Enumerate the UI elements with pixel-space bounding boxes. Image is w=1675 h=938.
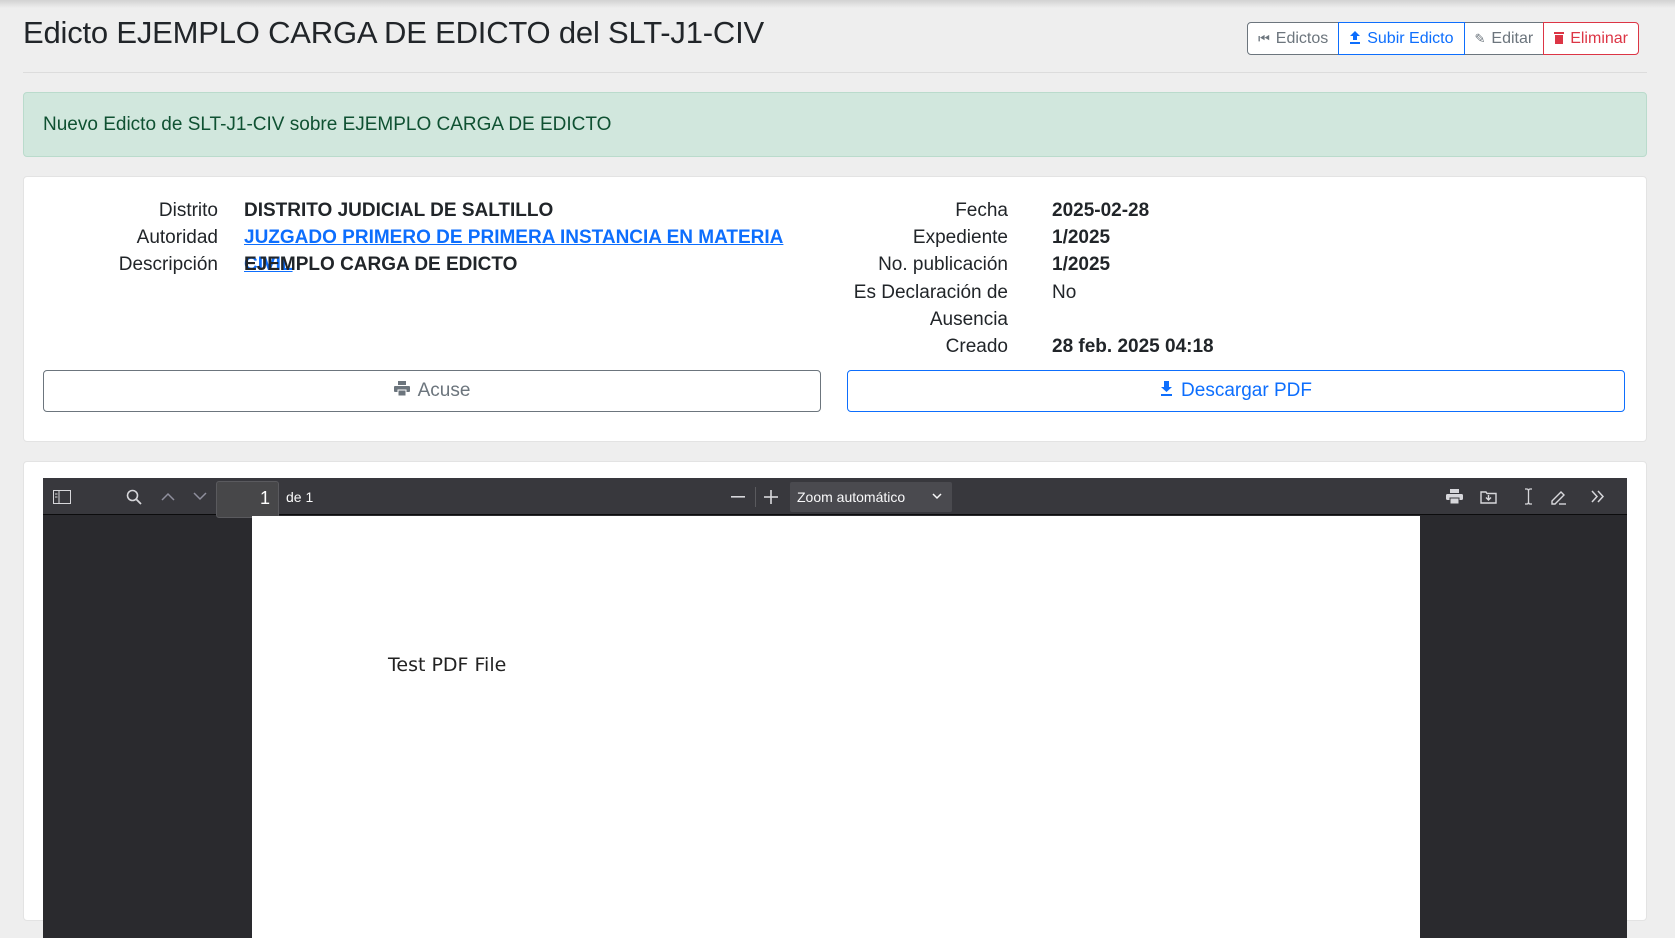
- edictos-button-label: Edictos: [1275, 29, 1329, 47]
- expediente-label: Expediente: [912, 227, 1008, 248]
- alert-message: Nuevo Edicto de SLT-J1-CIV sobre EJEMPLO…: [43, 113, 612, 135]
- declaracion-label-line2: Ausencia: [929, 309, 1008, 330]
- declaracion-value: No: [1052, 282, 1077, 303]
- chevron-down-icon: [932, 487, 942, 503]
- pdf-page: Test PDF File: [252, 516, 1420, 938]
- publicacion-label: No. publicación: [878, 254, 1008, 275]
- upload-icon: [1349, 30, 1361, 47]
- descripcion-value: EJEMPLO CARGA DE EDICTO: [244, 254, 518, 275]
- header-button-group: ⏮ Edictos Subir Edicto ✎ Editar Eliminar: [1247, 22, 1639, 55]
- pdf-viewer: 1 de 1 Zoom automático Test PDF File: [43, 478, 1627, 938]
- distrito-value: DISTRITO JUDICIAL DE SALTILLO: [244, 200, 554, 221]
- descripcion-label: Descripción: [118, 254, 218, 275]
- tools-menu-icon[interactable]: [1583, 478, 1613, 515]
- acuse-button[interactable]: Acuse: [43, 370, 821, 412]
- publicacion-value: 1/2025: [1052, 254, 1111, 275]
- printer-icon: [393, 381, 410, 401]
- pdf-page-text: Test PDF File: [388, 654, 507, 676]
- acuse-label: Acuse: [417, 380, 471, 401]
- zoom-select-value: Zoom automático: [797, 489, 906, 505]
- page-title: Edicto EJEMPLO CARGA DE EDICTO del SLT-J…: [23, 15, 764, 50]
- editar-button[interactable]: ✎ Editar: [1463, 22, 1545, 55]
- search-icon[interactable]: [119, 478, 149, 515]
- fecha-value: 2025-02-28: [1052, 200, 1150, 221]
- header-divider: [23, 72, 1647, 73]
- autoridad-label: Autoridad: [136, 227, 218, 248]
- save-download-icon[interactable]: [1473, 478, 1503, 515]
- pdf-card: 1 de 1 Zoom automático Test PDF File: [23, 461, 1647, 938]
- zoom-in-icon[interactable]: [756, 478, 786, 515]
- trash-icon: [1554, 31, 1565, 47]
- text-cursor-icon[interactable]: [1513, 478, 1543, 515]
- creado-value: 28 feb. 2025 04:18: [1052, 336, 1214, 357]
- distrito-label: Distrito: [158, 200, 218, 221]
- pdf-toolbar: 1 de 1 Zoom automático: [43, 478, 1627, 518]
- eliminar-label: Eliminar: [1570, 29, 1628, 47]
- fecha-label: Fecha: [955, 200, 1008, 221]
- pencil-icon: ✎: [1474, 30, 1486, 46]
- descargar-pdf-button[interactable]: Descargar PDF: [847, 370, 1625, 412]
- subir-edicto-label: Subir Edicto: [1367, 29, 1454, 47]
- subir-edicto-button[interactable]: Subir Edicto: [1338, 22, 1465, 55]
- download-icon: [1160, 381, 1173, 401]
- zoom-out-icon[interactable]: [723, 478, 753, 515]
- back-to-start-icon: ⏮: [1258, 30, 1270, 46]
- descargar-pdf-label: Descargar PDF: [1181, 380, 1312, 401]
- next-page-icon[interactable]: [185, 478, 215, 515]
- editar-label: Editar: [1491, 29, 1534, 47]
- success-alert: Nuevo Edicto de SLT-J1-CIV sobre EJEMPLO…: [23, 92, 1647, 157]
- eliminar-button[interactable]: Eliminar: [1543, 22, 1639, 55]
- page-number-input[interactable]: 1: [216, 481, 279, 518]
- sidebar-toggle-icon[interactable]: [47, 478, 77, 515]
- top-shadow: [0, 0, 1675, 8]
- details-card: Distrito DISTRITO JUDICIAL DE SALTILLO A…: [23, 176, 1647, 442]
- declaracion-label-line1: Es Declaración de: [853, 282, 1008, 303]
- previous-page-icon[interactable]: [153, 478, 183, 515]
- creado-label: Creado: [945, 336, 1008, 357]
- expediente-value: 1/2025: [1052, 227, 1111, 248]
- edictos-button[interactable]: ⏮ Edictos: [1247, 22, 1340, 55]
- draw-annotation-icon[interactable]: [1543, 478, 1573, 515]
- print-icon[interactable]: [1439, 478, 1469, 515]
- zoom-select[interactable]: Zoom automático: [790, 482, 952, 512]
- page-count: de 1: [286, 489, 314, 505]
